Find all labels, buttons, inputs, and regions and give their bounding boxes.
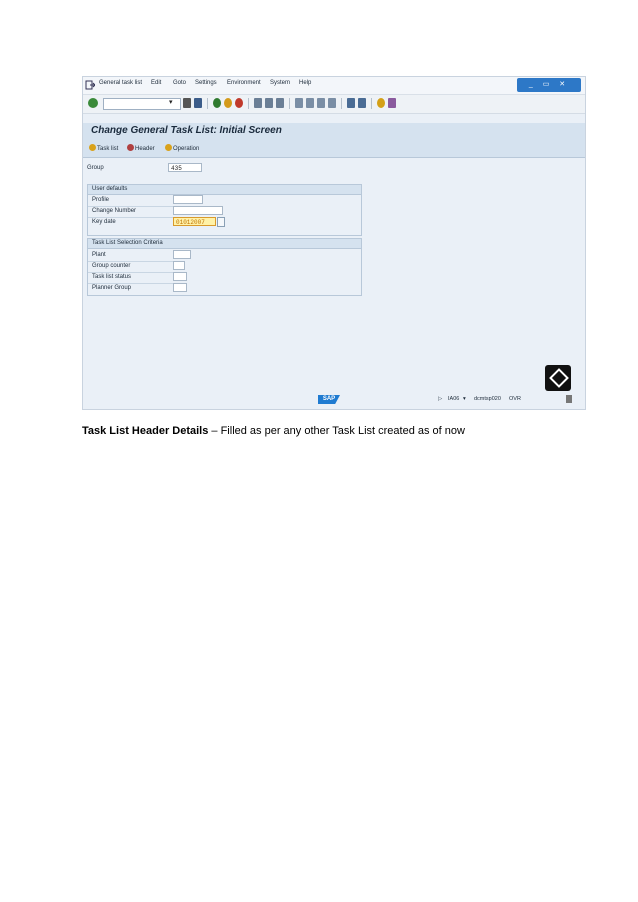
cancel-icon[interactable]: [235, 98, 243, 108]
task-list-button-label: Task list: [97, 146, 119, 152]
header-icon: [127, 144, 134, 151]
toolbar-icons: [183, 98, 396, 110]
row-divider: [88, 272, 174, 273]
exit-app-icon[interactable]: [224, 98, 232, 108]
profile-label: Profile: [92, 197, 110, 203]
menu-environment[interactable]: Environment: [227, 80, 261, 86]
help-button[interactable]: [545, 365, 571, 391]
caption-text: – Filled as per any other Task List crea…: [208, 425, 465, 437]
planner-group-label: Planner Group: [92, 285, 132, 291]
enter-icon[interactable]: [88, 98, 98, 108]
system-id: IA06: [448, 396, 460, 402]
toolbar-separator: [207, 98, 208, 109]
back-icon[interactable]: [213, 98, 221, 108]
last-page-icon[interactable]: [328, 98, 336, 108]
new-session-icon[interactable]: [347, 98, 355, 108]
screen-title-bar: Change General Task List: Initial Screen: [83, 123, 585, 139]
play-icon[interactable]: ▷: [438, 396, 442, 402]
change-number-input[interactable]: [173, 206, 223, 215]
row-divider: [88, 283, 174, 284]
group-input[interactable]: 435: [168, 163, 202, 172]
profile-input[interactable]: [173, 195, 203, 204]
task-list-status-input[interactable]: [173, 272, 187, 281]
menu-edit[interactable]: Edit: [151, 80, 161, 86]
find-icon[interactable]: [265, 98, 273, 108]
caption: Task List Header Details – Filled as per…: [82, 425, 465, 437]
previous-page-icon[interactable]: [306, 98, 314, 108]
sap-screenshot: General task list Edit Goto Settings Env…: [82, 76, 586, 410]
menu-settings[interactable]: Settings: [195, 80, 217, 86]
toolbar-separator: [371, 98, 372, 109]
task-list-button[interactable]: Task list: [89, 144, 118, 152]
row-divider: [88, 261, 174, 262]
operation-button[interactable]: Operation: [165, 144, 199, 152]
selection-criteria-group: Task List Selection Criteria Plant Group…: [87, 238, 362, 296]
help-icon[interactable]: [377, 98, 385, 108]
toolbar-separator: [341, 98, 342, 109]
header-button[interactable]: Header: [127, 144, 155, 152]
find-next-icon[interactable]: [276, 98, 284, 108]
save-icon[interactable]: [194, 98, 202, 108]
status-bar: SAP ▷ IA06 ▾ dcmtsp020 OVR: [82, 393, 586, 407]
system-toolbar: ▾: [83, 95, 585, 114]
lock-icon: [566, 395, 572, 403]
window-controls[interactable]: _ ▭ ✕: [517, 78, 581, 92]
chevron-down-icon[interactable]: ▾: [463, 396, 466, 402]
user-defaults-heading: User defaults: [88, 185, 361, 195]
caption-bold: Task List Header Details: [82, 425, 209, 437]
key-date-input[interactable]: 01012007: [173, 217, 216, 226]
selection-criteria-heading: Task List Selection Criteria: [88, 239, 361, 249]
person-icon: [165, 144, 172, 151]
change-number-label: Change Number: [92, 208, 137, 214]
menu-bar: General task list Edit Goto Settings Env…: [83, 77, 585, 95]
task-list-status-label: Task list status: [92, 274, 132, 280]
shortcut-icon[interactable]: [358, 98, 366, 108]
next-page-icon[interactable]: [317, 98, 325, 108]
back-arrow-icon[interactable]: [183, 98, 191, 108]
chevron-down-icon[interactable]: ▾: [169, 98, 173, 106]
menu-help[interactable]: Help: [299, 80, 311, 86]
print-icon[interactable]: [254, 98, 262, 108]
person-icon: [89, 144, 96, 151]
row-divider: [88, 217, 174, 218]
group-label: Group: [87, 165, 104, 171]
planner-group-input[interactable]: [173, 283, 187, 292]
key-date-label: Key date: [92, 219, 116, 225]
exit-icon[interactable]: [85, 80, 95, 90]
header-button-label: Header: [135, 146, 155, 152]
plant-label: Plant: [92, 252, 106, 258]
toolbar-separator: [248, 98, 249, 109]
server-name: dcmtsp020: [474, 396, 501, 402]
layout-icon[interactable]: [388, 98, 396, 108]
group-counter-label: Group counter: [92, 263, 131, 269]
insert-mode: OVR: [509, 396, 521, 402]
menu-system[interactable]: System: [270, 80, 290, 86]
operation-button-label: Operation: [173, 146, 200, 152]
user-defaults-group: User defaults Profile Change Number Key …: [87, 184, 362, 236]
sap-logo: SAP: [318, 395, 340, 404]
calendar-icon[interactable]: [217, 217, 225, 227]
toolbar-separator: [289, 98, 290, 109]
page-title: Change General Task List: Initial Screen: [91, 125, 282, 136]
row-divider: [88, 206, 174, 207]
menu-general-task-list[interactable]: General task list: [99, 80, 142, 86]
first-page-icon[interactable]: [295, 98, 303, 108]
group-counter-input[interactable]: [173, 261, 185, 270]
plant-input[interactable]: [173, 250, 191, 259]
application-toolbar: Task list Header Operation: [83, 139, 585, 158]
menu-goto[interactable]: Goto: [173, 80, 186, 86]
